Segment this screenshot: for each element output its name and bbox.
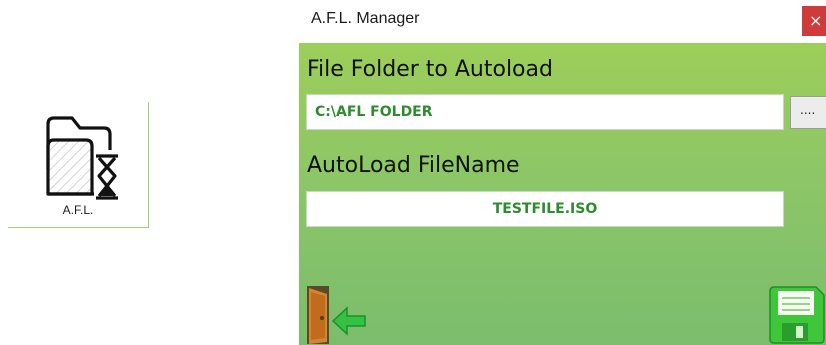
folder-path-input[interactable]: C:\AFL FOLDER <box>306 94 784 130</box>
exit-door-icon[interactable] <box>305 284 367 345</box>
folder-heading: File Folder to Autoload <box>307 57 553 82</box>
desktop-shortcut-afl[interactable]: A.F.L. <box>8 102 149 228</box>
folder-hourglass-icon <box>46 116 118 200</box>
browse-button[interactable]: .... <box>790 96 826 129</box>
afl-manager-window: A.F.L. Manager × File Folder to Autoload… <box>299 0 826 345</box>
title-bar[interactable]: A.F.L. Manager × <box>299 0 826 43</box>
save-disk-icon[interactable] <box>766 285 826 345</box>
close-button[interactable]: × <box>802 6 826 36</box>
desktop-shortcut-label: A.F.L. <box>62 203 94 217</box>
filename-heading: AutoLoad FileName <box>307 153 520 178</box>
filename-input[interactable]: TESTFILE.ISO <box>306 191 784 227</box>
window-title: A.F.L. Manager <box>311 10 420 27</box>
window-content: File Folder to Autoload C:\AFL FOLDER ..… <box>299 43 826 345</box>
